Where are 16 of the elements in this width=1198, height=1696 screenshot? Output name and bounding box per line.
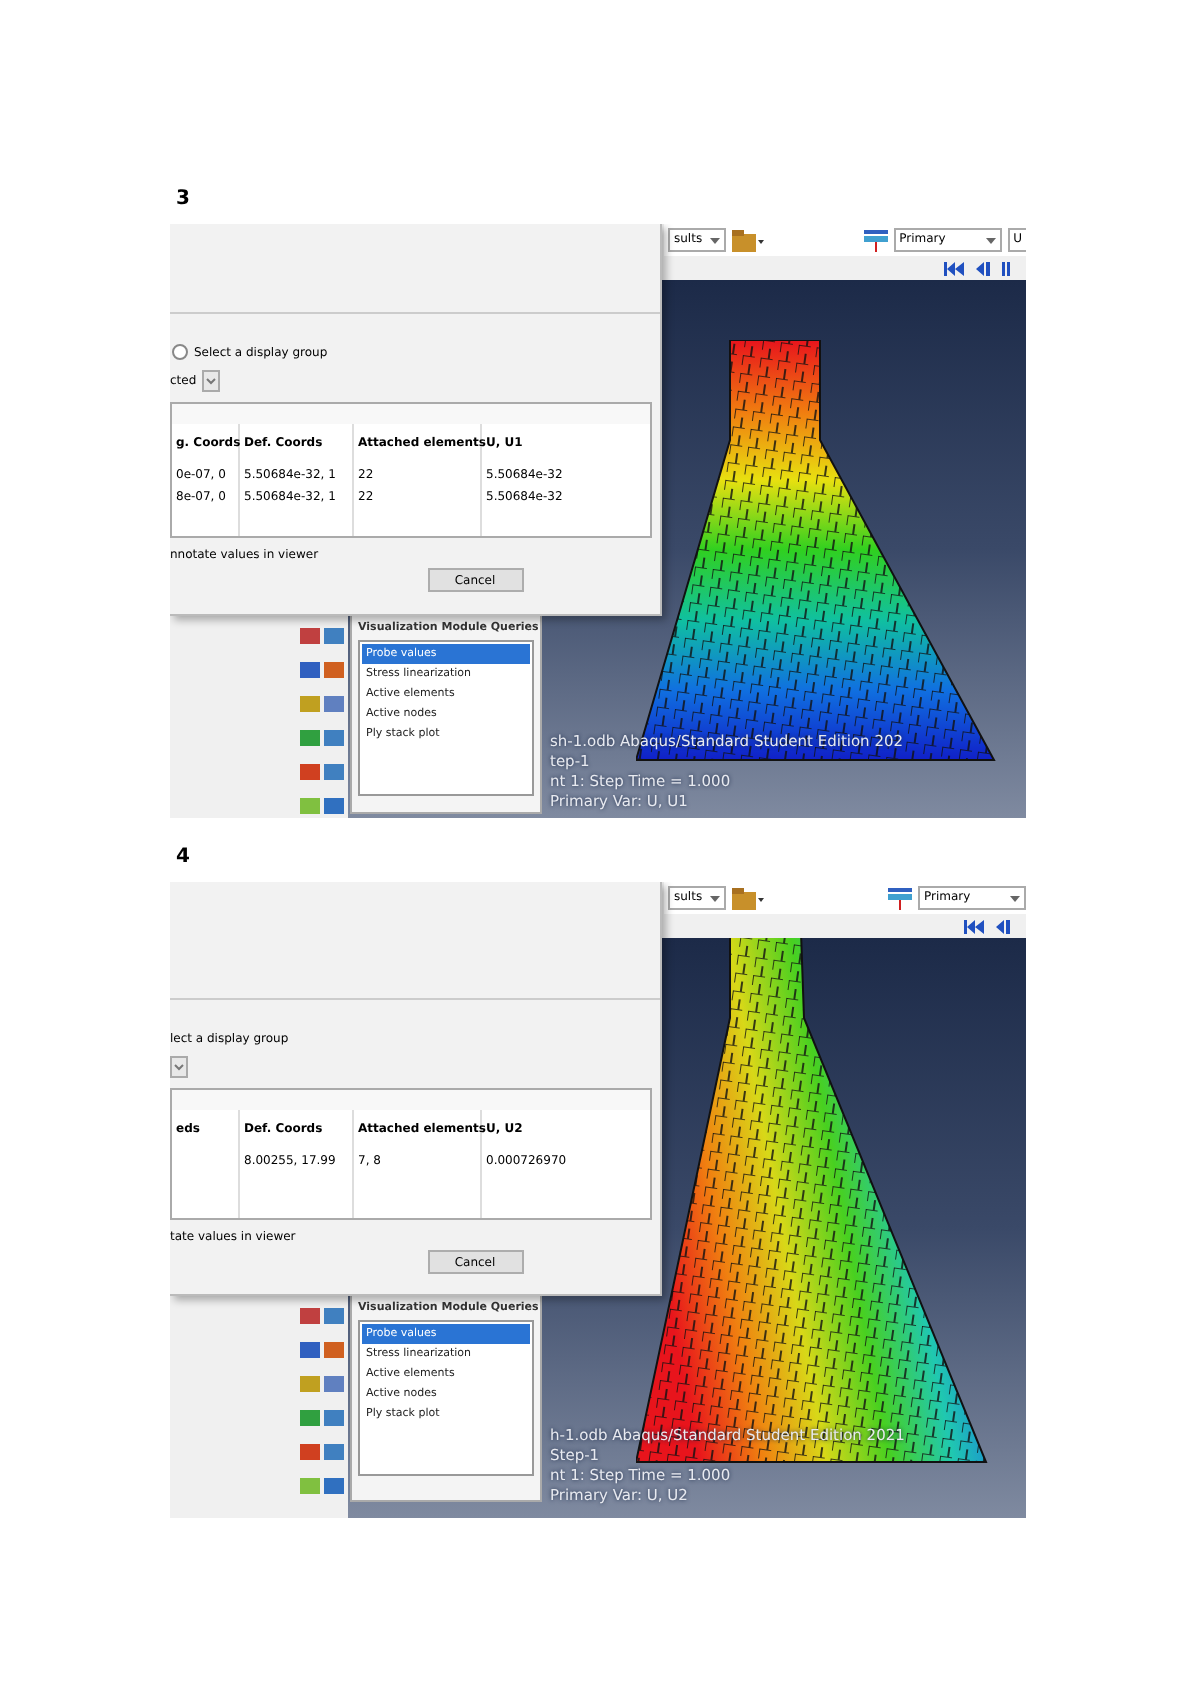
previous-frame-icon[interactable] (996, 919, 1010, 933)
first-frame-icon[interactable] (964, 919, 984, 933)
pause-icon[interactable] (1002, 261, 1010, 275)
radio-button[interactable] (172, 344, 188, 360)
previous-frame-icon[interactable] (976, 261, 990, 275)
caret-icon (710, 895, 721, 901)
figure-number: 3 (176, 188, 190, 210)
caret-icon (710, 237, 721, 243)
figure-number: 4 (176, 846, 190, 868)
caret-icon (1010, 895, 1020, 901)
chart-icon[interactable] (888, 887, 912, 909)
caret-icon (985, 237, 996, 243)
folder-icon[interactable] (732, 887, 765, 909)
first-frame-icon[interactable] (944, 261, 964, 275)
chart-icon[interactable] (863, 229, 888, 251)
folder-icon[interactable] (732, 229, 765, 251)
